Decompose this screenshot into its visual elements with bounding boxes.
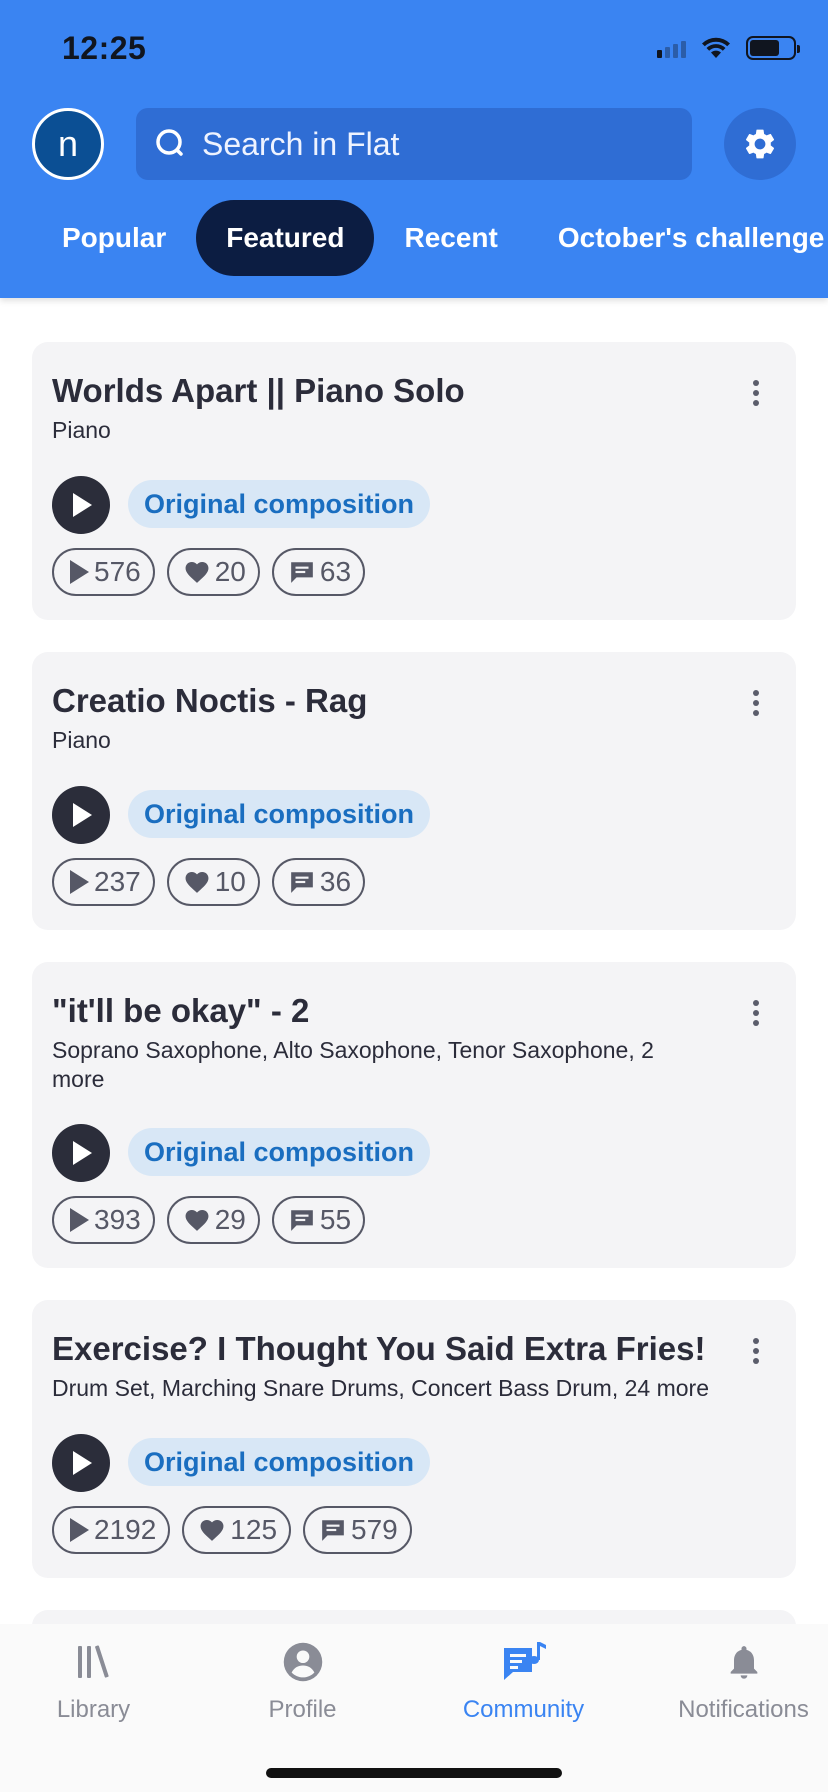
comment-icon	[291, 872, 313, 893]
heart-icon	[185, 561, 209, 583]
tab-popular[interactable]: Popular	[0, 200, 196, 276]
nav-notifications-label: Notifications	[678, 1696, 809, 1723]
avatar-letter: n	[57, 123, 79, 164]
score-stats: 237 10 36	[52, 858, 366, 906]
comments-count[interactable]: 55	[271, 1196, 366, 1244]
nav-profile[interactable]: Profile	[199, 1638, 406, 1724]
score-stats: 393 29 55	[52, 1196, 366, 1244]
status-icons	[657, 36, 800, 60]
avatar[interactable]: n	[32, 108, 104, 180]
category-tabs: Popular Featured Recent October's challe…	[0, 200, 828, 276]
nav-library[interactable]: Library	[0, 1638, 197, 1724]
heart-icon	[185, 1209, 209, 1231]
play-button[interactable]	[52, 786, 110, 844]
tab-featured[interactable]: Featured	[196, 200, 375, 276]
more-options-icon[interactable]	[752, 380, 760, 406]
comments-count[interactable]: 579	[303, 1506, 412, 1554]
battery-icon	[746, 36, 800, 60]
play-count-icon	[70, 1208, 89, 1232]
score-instruments: Piano	[52, 727, 111, 753]
bottom-nav: Library Profile Community Notifications	[0, 1624, 828, 1792]
score-title: Exercise? I Thought You Said Extra Fries…	[52, 1330, 706, 1367]
score-instruments: Piano	[52, 417, 111, 443]
play-count-icon	[70, 1518, 89, 1542]
score-title: "it'll be okay" - 2	[52, 992, 310, 1029]
likes-count[interactable]: 20	[166, 548, 260, 596]
nav-profile-label: Profile	[268, 1696, 337, 1723]
play-icon	[73, 803, 92, 827]
score-instruments: Soprano Saxophone, Alto Saxophone, Tenor…	[52, 1037, 654, 1092]
score-stats: 2192 125 579	[52, 1506, 412, 1554]
nav-community[interactable]: Community	[420, 1638, 627, 1724]
score-card[interactable]: "it'll be okay" - 2 Soprano Saxophone, A…	[32, 962, 796, 1268]
heart-icon	[200, 1519, 224, 1541]
score-card[interactable]: Worlds Apart || Piano Solo Piano Origina…	[32, 342, 796, 620]
score-title: Worlds Apart || Piano Solo	[52, 372, 465, 409]
plays-count: 237	[52, 858, 155, 906]
play-button[interactable]	[52, 476, 110, 534]
comment-icon	[291, 1210, 313, 1231]
plays-count: 576	[52, 548, 155, 596]
play-icon	[73, 493, 92, 517]
nav-library-label: Library	[56, 1696, 131, 1723]
category-tag: Original composition	[128, 790, 431, 838]
score-stats: 576 20 63	[52, 548, 366, 596]
bell-icon	[730, 1646, 757, 1679]
library-icon	[77, 1645, 109, 1678]
profile-icon	[283, 1642, 322, 1682]
category-tag: Original composition	[128, 1128, 431, 1176]
more-options-icon[interactable]	[752, 690, 760, 716]
header: 12:25 n Search in Flat Popular Featured …	[0, 0, 828, 298]
home-indicator[interactable]	[266, 1768, 562, 1778]
tab-octobers-challenge[interactable]: October's challenge	[528, 200, 828, 276]
more-options-icon[interactable]	[752, 1338, 760, 1364]
likes-count[interactable]: 10	[166, 858, 260, 906]
category-tag: Original composition	[128, 480, 431, 528]
app-screen: 12:25 n Search in Flat Popular Featured …	[0, 0, 828, 1792]
play-icon	[73, 1451, 92, 1475]
tab-recent[interactable]: Recent	[374, 200, 527, 276]
search-placeholder: Search in Flat	[202, 125, 400, 162]
score-title: Creatio Noctis - Rag	[52, 682, 368, 719]
plays-count: 2192	[52, 1506, 171, 1554]
play-button[interactable]	[52, 1434, 110, 1492]
play-count-icon	[70, 870, 89, 894]
score-card[interactable]: Exercise? I Thought You Said Extra Fries…	[32, 1300, 796, 1578]
plays-count: 393	[52, 1196, 155, 1244]
play-icon	[73, 1141, 92, 1165]
score-instruments: Drum Set, Marching Snare Drums, Concert …	[52, 1375, 709, 1401]
gear-icon	[745, 129, 775, 159]
comment-icon	[322, 1520, 344, 1541]
heart-icon	[185, 871, 209, 893]
comments-count[interactable]: 36	[271, 858, 366, 906]
status-time: 12:25	[62, 30, 147, 66]
nav-notifications[interactable]: Notifications	[640, 1638, 828, 1724]
community-icon	[503, 1642, 546, 1680]
comments-count[interactable]: 63	[271, 548, 366, 596]
cellular-signal-icon	[657, 38, 686, 58]
play-button[interactable]	[52, 1124, 110, 1182]
category-tag: Original composition	[128, 1438, 431, 1486]
nav-community-label: Community	[462, 1696, 585, 1723]
settings-button[interactable]	[724, 108, 796, 180]
more-options-icon[interactable]	[752, 1000, 760, 1026]
likes-count[interactable]: 125	[182, 1506, 292, 1554]
score-card[interactable]: Creatio Noctis - Rag Piano Original comp…	[32, 652, 796, 930]
search-icon	[156, 129, 183, 156]
likes-count[interactable]: 29	[166, 1196, 260, 1244]
play-count-icon	[70, 560, 89, 584]
comment-icon	[291, 562, 313, 583]
search-input[interactable]: Search in Flat	[136, 108, 692, 180]
wifi-icon	[702, 37, 730, 58]
